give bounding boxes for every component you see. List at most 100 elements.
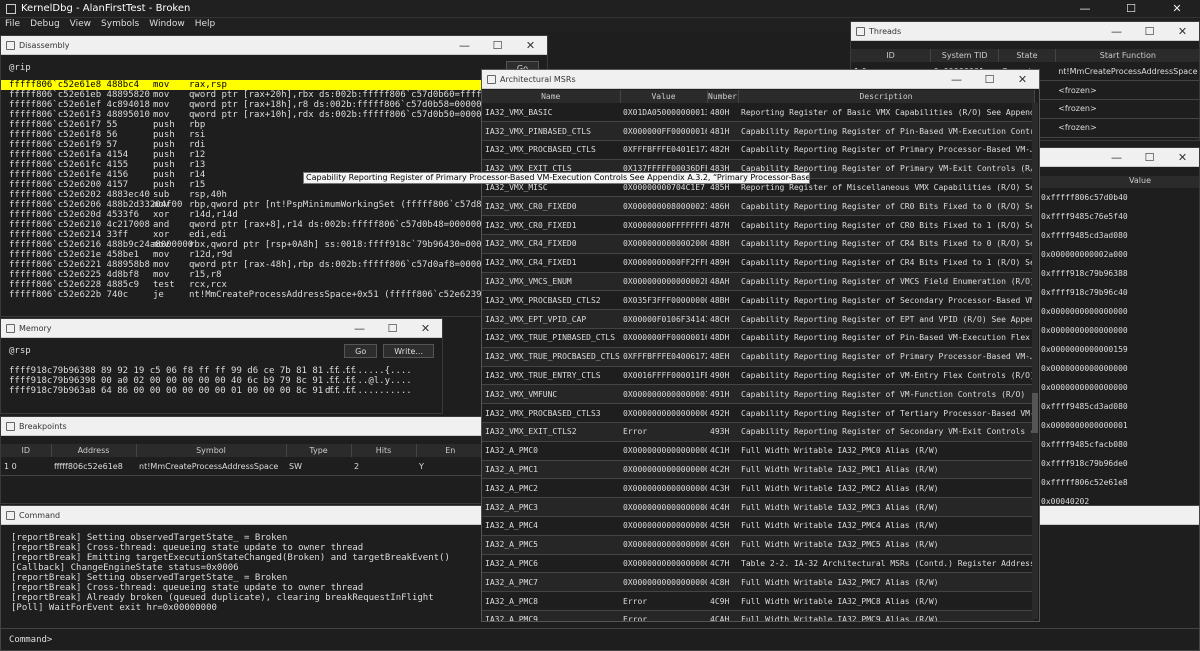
menu-window[interactable]: Window [144,18,190,32]
write-button[interactable]: Write... [383,344,434,358]
table-row[interactable]: IA32_A_PMC9 Error 4CAH Full Width Writable … [482,610,1034,621]
col-description[interactable]: Description [738,90,1035,103]
close-button[interactable]: ✕ [514,36,547,54]
register-value[interactable]: 0x0000000000000159 [1039,340,1199,359]
go-button[interactable]: Go [344,344,378,358]
register-value[interactable]: 0x0000000000000000 [1039,378,1199,397]
minimize-button[interactable]: — [1062,0,1108,17]
table-row[interactable]: IA32_VMX_PINBASED_CTLS 0X000000FF00000016… [482,121,1034,142]
col-enabled[interactable]: En [416,444,483,457]
table-row[interactable]: IA32_VMX_CR0_FIXED1 0X00000000FFFFFFFF 487… [482,215,1034,236]
memory-expression-input[interactable]: @rsp [9,344,339,358]
minimize-button[interactable]: — [940,70,973,88]
table-row[interactable]: IA32_VMX_PROCBASED_CTLS2 0X035F3FFF000000… [482,290,1034,311]
register-value[interactable]: 0xffff918c79b96388 [1039,264,1199,283]
maximize-button[interactable]: ☐ [1108,0,1154,17]
menu-file[interactable]: File [0,18,25,32]
col-id[interactable]: ID [851,49,932,62]
close-button[interactable]: ✕ [409,319,442,337]
register-value[interactable]: 0x0000000000000000 [1039,359,1199,378]
close-button[interactable]: ✕ [1166,22,1199,40]
col-address[interactable]: Address [51,444,137,457]
disassembly-line[interactable]: fffff806`c52e61f9 57 push rdi [1,140,547,150]
col-name[interactable]: Name [482,90,621,103]
disassembly-line[interactable]: fffff806`c52e61fc 4155 push r13 [1,160,547,170]
table-row[interactable]: IA32_VMX_TRUE_PROCBASED_CTLS 0XFFFBFFFE04… [482,347,1034,367]
table-row[interactable]: IA32_A_PMC3 0X0000000000000000 4C4H Full Wi… [482,497,1034,518]
maximize-button[interactable]: ☐ [1133,22,1166,40]
close-button[interactable]: ✕ [1006,70,1039,88]
col-value[interactable]: Value [620,90,708,103]
maximize-button[interactable]: ☐ [481,36,514,54]
table-row[interactable]: IA32_VMX_CR4_FIXED1 0X0000000000FF2FFF 489… [482,253,1034,273]
disassembly-line[interactable]: fffff806`c52e61f8 56 push rsi [1,130,547,140]
table-row[interactable]: IA32_A_PMC4 0X0000000000000000 4C5H Full Wi… [482,516,1034,536]
disassembly-line[interactable]: fffff806`c52e61fa 4154 push r12 [1,150,547,160]
disassembly-line[interactable]: fffff806`c52e61f3 48895010 mov qword ptr [… [1,110,547,120]
maximize-button[interactable]: ☐ [1133,148,1166,166]
minimize-button[interactable]: — [343,319,376,337]
col-tid[interactable]: System TID [930,49,1000,62]
col-type[interactable]: Type [286,444,352,457]
disassembly-line[interactable]: fffff806`c52e61f7 55 push rbp [1,120,547,130]
disassembly-line[interactable]: fffff806`c52e6210 4c217008 and qword ptr [… [1,220,547,230]
col-hits[interactable]: Hits [351,444,417,457]
table-row[interactable]: IA32_VMX_EXIT_CTLS2 Error 493H Capability R… [482,422,1034,442]
col-state[interactable]: State [998,49,1056,62]
table-row[interactable]: IA32_A_PMC0 0X0000000000000000 4C1H Full Wi… [482,441,1034,461]
disassembly-line[interactable]: fffff806`c52e61eb 48895820 mov qword ptr [… [1,90,547,100]
register-value[interactable]: 0x0000000000000001 [1039,416,1199,435]
minimize-button[interactable]: — [1100,22,1133,40]
disassembly-line[interactable]: fffff806`c52e6206 488b2d33204f00 mov rbp,q… [1,200,547,210]
maximize-button[interactable]: ☐ [973,70,1006,88]
command-prompt[interactable]: Command> [9,635,52,645]
register-value[interactable]: 0xfffff806c57d0b40 [1039,188,1199,207]
register-value[interactable]: 0xffff9485c76e5f40 [1039,207,1199,226]
table-row[interactable]: IA32_VMX_PROCBASED_CTLS 0XFFFBFFFE0401E17… [482,140,1034,160]
register-value[interactable]: 0xffff918c79b96de0 [1039,454,1199,473]
table-row[interactable]: IA32_VMX_VMCS_ENUM 0X000000000000002E 48AH… [482,272,1034,292]
disassembly-listing[interactable]: fffff806`c52e61e8 488bc4 mov rax,rsp fffff8… [1,80,547,300]
disassembly-expression-input[interactable]: @rip [9,61,500,75]
table-row[interactable]: IA32_A_PMC5 0X0000000000000000 4C6H Full Wi… [482,535,1034,555]
col-id[interactable]: ID [1,444,52,457]
table-row[interactable]: IA32_VMX_CR4_FIXED0 0X0000000000002000 488… [482,234,1034,254]
disassembly-line[interactable]: fffff806`c52e622b 740c je nt!MmCreateProce… [1,290,547,300]
table-row[interactable]: IA32_VMX_CR0_FIXED0 0X0000000080000021 486… [482,196,1034,217]
memory-dump[interactable]: ffff918c79b96388 89 92 19 c5 06 f8 ff ff … [1,362,442,400]
table-row[interactable]: IA32_VMX_BASIC 0X01DA050000000013 480H Repo… [482,103,1034,123]
table-row[interactable]: 1 0 fffff806c52e61e8 nt!MmCreateProcessA… [1,457,483,477]
close-button[interactable]: ✕ [1154,0,1200,17]
register-value[interactable]: 0xffff9485cd3ad080 [1039,226,1199,245]
menu-debug[interactable]: Debug [25,18,65,32]
register-value[interactable]: 0xffff9485cfacb080 [1039,435,1199,454]
minimize-button[interactable]: — [448,36,481,54]
menu-help[interactable]: Help [190,18,221,32]
disassembly-line[interactable]: fffff806`c52e6202 4883ec40 sub rsp,40h [1,190,547,200]
table-row[interactable]: IA32_VMX_EPT_VPID_CAP 0X00000F0106F34141 4… [482,309,1034,330]
disassembly-line[interactable]: fffff806`c52e621e 458be1 mov r12d,r9d [1,250,547,260]
msr-scrollbar[interactable] [1032,103,1038,619]
table-row[interactable]: IA32_VMX_TRUE_PINBASED_CTLS 0X000000FF000… [482,328,1034,348]
close-button[interactable]: ✕ [1166,148,1199,166]
col-number[interactable]: Number [707,90,739,103]
disassembly-line[interactable]: fffff806`c52e6221 488958b8 mov qword ptr [… [1,260,547,270]
menu-view[interactable]: View [65,18,96,32]
register-value[interactable]: 0xffff9485cd3ad080 [1039,397,1199,416]
disassembly-line[interactable]: fffff806`c52e6214 33ff xor edi,edi [1,230,547,240]
table-row[interactable]: IA32_A_PMC7 0X0000000000000000 4C8H Full Wi… [482,572,1034,593]
col-symbol[interactable]: Symbol [136,444,287,457]
disassembly-line[interactable]: fffff806`c52e61ef 4c894018 mov qword ptr [… [1,100,547,110]
table-row[interactable]: IA32_A_PMC6 0X0000000000000000 4C7H Table 2… [482,554,1034,574]
table-row[interactable]: IA32_VMX_VMFUNC 0X0000000000000001 491H Cap… [482,384,1034,405]
table-row[interactable]: IA32_VMX_PROCBASED_CTLS3 0X00000000000000… [482,403,1034,424]
disassembly-line[interactable]: fffff806`c52e6228 4885c9 test rcx,rcx [1,280,547,290]
disassembly-line[interactable]: fffff806`c52e620d 4533f6 xor r14d,r14d [1,210,547,220]
maximize-button[interactable]: ☐ [376,319,409,337]
register-value[interactable]: 0xfffff806c52e61e8 [1039,473,1199,492]
register-value[interactable]: 0x000000000002a000 [1039,245,1199,264]
register-value[interactable]: 0x0000000000000000 [1039,321,1199,340]
disassembly-line[interactable]: fffff806`c52e6225 4d8bf8 mov r15,r8 [1,270,547,280]
menu-symbols[interactable]: Symbols [96,18,144,32]
disassembly-line[interactable]: fffff806`c52e61e8 488bc4 mov rax,rsp [1,80,547,90]
